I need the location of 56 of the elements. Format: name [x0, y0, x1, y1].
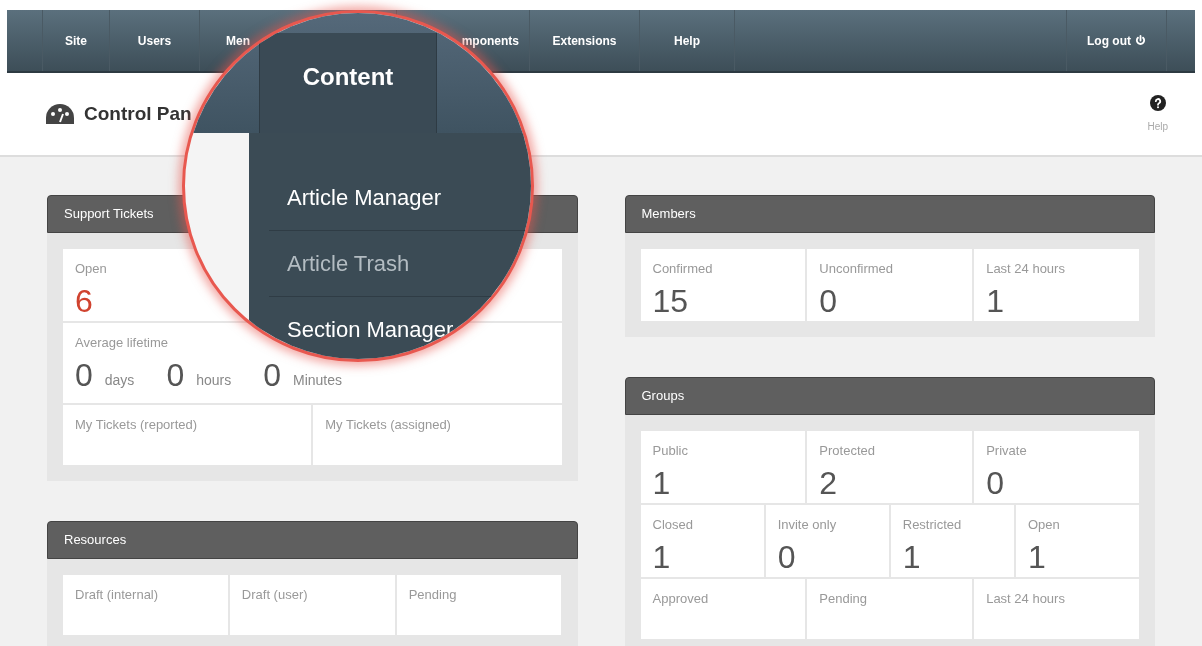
- stat-value: 0: [777, 538, 796, 577]
- stat-label: Approved: [652, 591, 709, 607]
- stat-value: 1: [986, 282, 1004, 321]
- unit-label: hours: [196, 371, 232, 390]
- stat-value: 0: [166, 356, 185, 395]
- stat-label: Private: [986, 443, 1027, 459]
- stat-label: Draft (internal): [75, 587, 159, 603]
- page-title: Control Pan: [84, 101, 192, 126]
- nav-menu-item[interactable]: mponents: [461, 31, 519, 50]
- stat-value: 15: [652, 282, 689, 321]
- stat-label: Last 24 hours: [986, 261, 1065, 277]
- stat-value: 1: [1027, 538, 1046, 577]
- stat-label: Invite only: [777, 517, 837, 533]
- unit-label: days: [104, 371, 135, 390]
- panel-title: Support Tickets: [64, 205, 154, 224]
- magnified-tab[interactable]: Content: [259, 33, 437, 133]
- stat-value: 0: [819, 282, 838, 321]
- logout-button[interactable]: Log out: [1087, 31, 1146, 50]
- stat-label: My Tickets (reported): [75, 417, 198, 433]
- stat-value: 1: [652, 464, 671, 503]
- stat-value: 0: [75, 356, 93, 395]
- stat-label: Restricted: [902, 517, 962, 533]
- unit-label: Minutes: [293, 371, 343, 390]
- stat-value: 0: [986, 464, 1004, 503]
- stat-label: Average lifetime: [75, 335, 168, 351]
- stat-label: Pending: [408, 587, 457, 603]
- stat-value: 1: [902, 538, 921, 577]
- stat-label: Open: [1027, 517, 1060, 533]
- panel-title: Groups: [641, 387, 685, 406]
- stat-label: Draft (user): [241, 587, 308, 603]
- stat-label: Protected: [819, 443, 875, 459]
- stat-label: Open: [75, 261, 107, 277]
- dropdown-menu-item[interactable]: Section Manager: [269, 297, 531, 359]
- stat-label: Confirmed: [652, 261, 713, 277]
- stat-label: Last 24 hours: [986, 591, 1065, 607]
- nav-menu-item[interactable]: Extensions: [552, 31, 617, 50]
- nav-menu-item[interactable]: Site: [65, 31, 87, 50]
- dashboard-gauge-icon: [44, 102, 76, 126]
- panel-title: Members: [641, 205, 696, 224]
- dropdown-menu-item[interactable]: Article Trash: [269, 231, 531, 297]
- dropdown-menu-item[interactable]: Article Manager: [269, 165, 531, 231]
- nav-menu-item[interactable]: Men: [226, 31, 250, 50]
- stat-label: Unconfirmed: [819, 261, 894, 277]
- stat-value: 2: [819, 464, 838, 503]
- stat-value: 1: [652, 538, 671, 577]
- stat-label: Public: [652, 443, 688, 459]
- stat-value: 6: [75, 282, 93, 321]
- stat-value: 0: [263, 356, 281, 395]
- stat-label: Pending: [819, 591, 868, 607]
- stat-label: My Tickets (assigned): [325, 417, 451, 433]
- stat-label: Closed: [652, 517, 693, 533]
- panel-title: Resources: [64, 531, 127, 550]
- nav-menu-item[interactable]: Help: [674, 31, 700, 50]
- help-icon: [1149, 94, 1166, 111]
- nav-menu-item[interactable]: Users: [137, 31, 172, 50]
- power-icon: [1135, 35, 1146, 46]
